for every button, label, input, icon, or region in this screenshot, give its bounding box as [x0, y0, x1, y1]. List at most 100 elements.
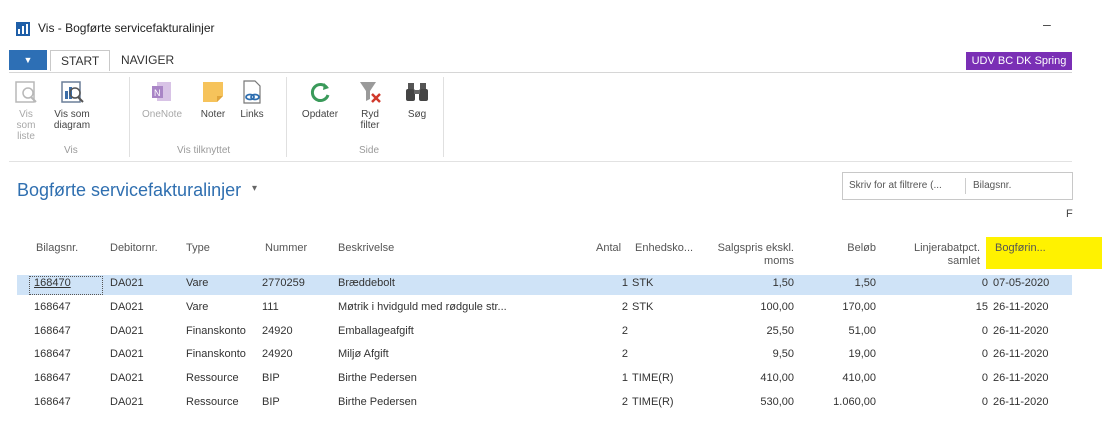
links-label: Links: [240, 109, 264, 120]
ribbon-separator: [286, 77, 287, 157]
col-header-type[interactable]: Type: [186, 242, 210, 255]
search-button[interactable]: Søg: [402, 79, 432, 120]
clear-filter-button[interactable]: Ryd filter: [353, 79, 387, 131]
cell-beskrivelse: Emballageafgift: [338, 325, 414, 337]
cell-bilagsnr[interactable]: 168647: [34, 348, 104, 360]
cell-salgspris: 530,00: [760, 396, 794, 408]
cell-bogfoeringsdato: 26-11-2020: [993, 396, 1049, 408]
cell-debitornr: DA021: [110, 277, 144, 289]
cell-beloeb: 1,50: [854, 277, 876, 289]
cell-type: Finanskonto: [186, 348, 246, 360]
col-header-salgspris[interactable]: Salgspris ekskl. moms: [704, 242, 794, 268]
cell-nummer: BIP: [262, 396, 280, 408]
cell-enhed: STK: [632, 277, 654, 289]
cell-salgspris: 410,00: [760, 372, 794, 384]
cell-bilagsnr[interactable]: 168647: [34, 325, 104, 337]
title-dropdown-icon[interactable]: ▾: [252, 183, 257, 194]
minimize-button[interactable]: –: [1043, 16, 1051, 32]
cell-type: Vare: [186, 301, 209, 313]
cell-beskrivelse: Bræddebolt: [338, 277, 395, 289]
cell-linjerabat: 0: [981, 396, 988, 408]
cell-enhed: TIME(R): [632, 396, 674, 408]
onenote-label: OneNote: [141, 109, 183, 120]
cell-type: Ressource: [186, 372, 239, 384]
refresh-button[interactable]: Opdater: [298, 79, 342, 120]
cell-linjerabat: 0: [981, 325, 988, 337]
notes-button[interactable]: Noter: [197, 79, 229, 120]
cell-antal: 1: [621, 372, 628, 384]
col-header-bilagsnr[interactable]: Bilagsnr.: [36, 242, 78, 255]
cell-salgspris: 25,50: [766, 325, 794, 337]
cell-nummer: 24920: [262, 325, 293, 337]
cell-type: Vare: [186, 277, 209, 289]
cell-salgspris: 1,50: [772, 277, 794, 289]
cell-nummer: 24920: [262, 348, 293, 360]
note-icon: [203, 82, 223, 102]
col-header-nummer[interactable]: Nummer: [265, 242, 307, 255]
col-header-bogfoeringsdato[interactable]: Bogførin...: [995, 242, 1046, 255]
cell-bilagsnr[interactable]: 168647: [34, 372, 104, 384]
col-header-beloeb[interactable]: Beløb: [826, 242, 876, 255]
cell-beloeb: 410,00: [842, 372, 876, 384]
clear-filter-icon: [360, 82, 381, 103]
link-icon: [243, 80, 261, 104]
filter-field-selector[interactable]: Bilagsnr.: [973, 180, 1011, 191]
cell-beloeb: 19,00: [848, 348, 876, 360]
view-as-chart-label: Vis som diagram: [53, 109, 91, 131]
tab-start[interactable]: START: [50, 50, 111, 71]
cell-antal: 1: [621, 277, 628, 289]
cell-type: Finanskonto: [186, 325, 246, 337]
filter-divider: [965, 178, 966, 194]
ribbon-separator: [129, 77, 130, 157]
cell-linjerabat: 0: [981, 277, 988, 289]
filter-input[interactable]: Skriv for at filtrere (...: [849, 180, 942, 191]
onenote-icon: N: [152, 82, 171, 101]
cell-bilagsnr[interactable]: 168647: [34, 301, 104, 313]
group-label-vis: Vis: [64, 145, 78, 156]
col-header-enhedskode[interactable]: Enhedsko...: [635, 242, 693, 255]
cell-antal: 2: [621, 325, 628, 337]
cell-beskrivelse: Birthe Pedersen: [338, 396, 417, 408]
cell-enhed: STK: [632, 301, 654, 313]
cell-salgspris: 100,00: [760, 301, 794, 313]
ribbon: Vis som liste Vis som diagram Vis N OneN…: [9, 72, 1072, 162]
cell-debitornr: DA021: [110, 325, 144, 337]
company-badge: UDV BC DK Spring: [966, 52, 1072, 70]
col-header-beskrivelse[interactable]: Beskrivelse: [338, 242, 394, 255]
cell-bilagsnr[interactable]: 168647: [34, 396, 104, 408]
tab-naviger[interactable]: NAVIGER: [121, 50, 174, 70]
cell-antal: 2: [621, 348, 628, 360]
col-header-linjerabat[interactable]: Linjerabatpct. samlet: [894, 242, 980, 268]
links-button[interactable]: Links: [237, 79, 267, 120]
binoculars-icon: [406, 83, 428, 101]
cell-debitornr: DA021: [110, 396, 144, 408]
svg-text:N: N: [154, 88, 161, 98]
cell-linjerabat: 0: [981, 372, 988, 384]
col-header-antal[interactable]: Antal: [596, 242, 621, 255]
cell-debitornr: DA021: [110, 301, 144, 313]
cell-antal: 2: [621, 301, 628, 313]
cell-bogfoeringsdato: 26-11-2020: [993, 325, 1049, 337]
title-bar: Vis - Bogførte servicefakturalinjer –: [0, 0, 1102, 44]
cell-linjerabat: 0: [981, 348, 988, 360]
view-as-list-button[interactable]: Vis som liste: [9, 79, 43, 142]
cell-bogfoeringsdato: 26-11-2020: [993, 348, 1049, 360]
cell-nummer: BIP: [262, 372, 280, 384]
cell-linjerabat: 15: [975, 301, 988, 313]
cell-debitornr: DA021: [110, 372, 144, 384]
group-label-side: Side: [359, 145, 380, 156]
list-view-icon: [15, 81, 37, 103]
notes-label: Noter: [200, 109, 226, 120]
onenote-button[interactable]: N OneNote: [138, 79, 186, 120]
refresh-icon: [310, 83, 330, 102]
cell-nummer: 111: [262, 301, 279, 313]
filter-search-box[interactable]: Skriv for at filtrere (... Bilagsnr.: [842, 172, 1073, 200]
ribbon-tabs: ▼ START NAVIGER: [0, 48, 1080, 72]
col-header-debitornr[interactable]: Debitornr.: [110, 242, 158, 255]
cell-bilagsnr[interactable]: 168470: [34, 277, 104, 289]
cell-beskrivelse: Miljø Afgift: [338, 348, 389, 360]
cell-type: Ressource: [186, 396, 239, 408]
filter-pane-toggle[interactable]: F: [1066, 208, 1073, 220]
view-as-chart-button[interactable]: Vis som diagram: [49, 79, 95, 131]
file-menu-button[interactable]: ▼: [9, 50, 47, 70]
